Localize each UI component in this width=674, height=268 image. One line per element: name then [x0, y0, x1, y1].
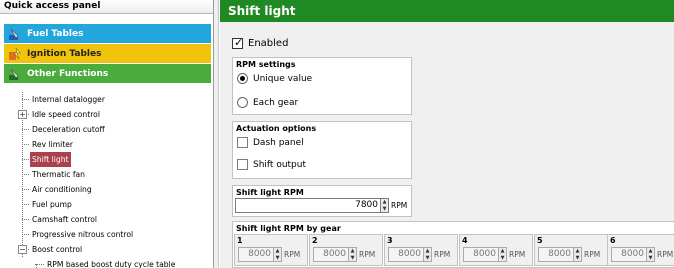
gear-rpm-input[interactable]: 8000: [538, 247, 574, 262]
gear-rpm-input[interactable]: 8000: [611, 247, 647, 262]
ignition-table-icon: [8, 47, 22, 61]
quick-access-header: Quick access panel: [0, 0, 213, 14]
tree-item-internal-datalogger[interactable]: Internal datalogger: [0, 92, 212, 107]
shift-light-rpm-title: Shift light RPM: [236, 188, 304, 197]
quick-access-panel: Quick access panel Fuel Tables Ignition …: [0, 0, 214, 268]
spin-down-icon[interactable]: ▼: [574, 255, 581, 262]
rpm-unit: RPM: [657, 250, 674, 259]
category-ignition-tables[interactable]: Ignition Tables: [4, 44, 211, 64]
dash-panel-checkbox[interactable]: Dash panel: [237, 137, 304, 148]
collapse-icon[interactable]: −: [18, 245, 27, 254]
tree-item-deceleration-cutoff[interactable]: Deceleration cutoff: [0, 122, 212, 137]
spinner-arrows[interactable]: ▲ ▼: [349, 247, 357, 262]
tree-item-fuel-pump[interactable]: Fuel pump: [0, 197, 212, 212]
gear-number: 1: [237, 236, 243, 245]
checkbox-checked-icon[interactable]: [232, 36, 243, 49]
category-label: Other Functions: [27, 68, 109, 79]
shift-output-checkbox[interactable]: Shift output: [237, 159, 306, 170]
gear-1-box: 1 8000 ▲ ▼ RPM: [234, 234, 308, 266]
spinner-arrows[interactable]: ▲ ▼: [574, 247, 582, 262]
panel-splitter[interactable]: [214, 0, 219, 268]
category-label: Fuel Tables: [27, 28, 84, 39]
shift-light-rpm-input[interactable]: 7800: [235, 198, 381, 213]
tree-item-rev-limiter[interactable]: Rev limiter: [0, 137, 212, 152]
spinner-arrows[interactable]: ▲ ▼: [647, 247, 655, 262]
page-title: Shift light: [220, 0, 674, 22]
spin-down-icon[interactable]: ▼: [349, 255, 356, 262]
tree-item-boost-control[interactable]: − Boost control: [0, 242, 212, 257]
radio-selected-icon[interactable]: [237, 73, 248, 84]
shift-light-panel: Shift light Enabled RPM settings Unique …: [220, 0, 674, 268]
rpm-settings-title: RPM settings: [236, 60, 296, 69]
rpm-unit: RPM: [284, 250, 301, 259]
gear-number: 4: [462, 236, 468, 245]
rpm-unit: RPM: [391, 201, 408, 210]
radio-unique-value[interactable]: Unique value: [237, 73, 312, 84]
rpm-unit: RPM: [434, 250, 451, 259]
shift-light-rpm-spinner[interactable]: 7800 ▲ ▼ RPM: [235, 198, 407, 213]
radio-unselected-icon[interactable]: [237, 97, 248, 108]
other-functions-icon: [8, 67, 22, 81]
gear-number: 6: [610, 236, 616, 245]
gear-4-box: 4 8000 ▲ ▼ RPM: [459, 234, 533, 266]
gear-5-box: 5 8000 ▲ ▼ RPM: [534, 234, 608, 266]
rpm-by-gear-title: Shift light RPM by gear: [236, 224, 341, 233]
gear-4-spinner[interactable]: 8000 ▲ ▼ RPM: [463, 247, 525, 262]
tree-item-idle-speed-control[interactable]: + Idle speed control: [0, 107, 212, 122]
tree-item-progressive-nitrous-control[interactable]: Progressive nitrous control: [0, 227, 212, 242]
tree-item-air-conditioning[interactable]: Air conditioning: [0, 182, 212, 197]
radio-each-gear[interactable]: Each gear: [237, 97, 298, 108]
actuation-options-title: Actuation options: [236, 124, 317, 133]
category-fuel-tables[interactable]: Fuel Tables: [4, 24, 211, 44]
spinner-arrows[interactable]: ▲ ▼: [424, 247, 432, 262]
enabled-checkbox[interactable]: Enabled: [232, 36, 289, 49]
gear-3-box: 3 8000 ▲ ▼ RPM: [384, 234, 458, 266]
gear-3-spinner[interactable]: 8000 ▲ ▼ RPM: [388, 247, 450, 262]
spin-down-icon[interactable]: ▼: [381, 206, 388, 213]
category-other-functions[interactable]: Other Functions: [4, 64, 211, 84]
gear-6-box: 6 8000 ▲ ▼ RPM: [607, 234, 674, 266]
rpm-unit: RPM: [509, 250, 526, 259]
gear-5-spinner[interactable]: 8000 ▲ ▼ RPM: [538, 247, 600, 262]
spinner-arrows[interactable]: ▲ ▼: [499, 247, 507, 262]
tree-item-thermatic-fan[interactable]: Thermatic fan: [0, 167, 212, 182]
gear-1-spinner[interactable]: 8000 ▲ ▼ RPM: [238, 247, 300, 262]
rpm-unit: RPM: [584, 250, 601, 259]
checkbox-unchecked-icon[interactable]: [237, 159, 248, 170]
rpm-settings-group: RPM settings Unique value Each gear: [232, 57, 412, 115]
enabled-label: Enabled: [248, 38, 289, 49]
spin-down-icon[interactable]: ▼: [499, 255, 506, 262]
tree-item-camshaft-control[interactable]: Camshaft control: [0, 212, 212, 227]
shift-light-rpm-group: Shift light RPM 7800 ▲ ▼ RPM: [232, 185, 412, 217]
rpm-unit: RPM: [359, 250, 376, 259]
expand-icon[interactable]: +: [18, 110, 27, 119]
gear-rpm-input[interactable]: 8000: [463, 247, 499, 262]
gear-number: 5: [537, 236, 543, 245]
spin-down-icon[interactable]: ▼: [274, 255, 281, 262]
spin-down-icon[interactable]: ▼: [647, 255, 654, 262]
gear-rpm-input[interactable]: 8000: [313, 247, 349, 262]
gear-2-box: 2 8000 ▲ ▼ RPM: [309, 234, 383, 266]
checkbox-unchecked-icon[interactable]: [237, 137, 248, 148]
category-label: Ignition Tables: [27, 48, 102, 59]
fuel-table-icon: [8, 27, 22, 41]
function-tree: Internal datalogger + Idle speed control …: [0, 92, 212, 268]
spinner-arrows[interactable]: ▲ ▼: [381, 198, 389, 213]
tree-item-rpm-based-boost-duty-cycle-table[interactable]: RPM based boost duty cycle table: [0, 257, 212, 268]
gear-number: 3: [387, 236, 393, 245]
gear-number: 2: [312, 236, 318, 245]
actuation-options-group: Actuation options Dash panel Shift outpu…: [232, 121, 412, 179]
tree-item-shift-light[interactable]: Shift light: [0, 152, 212, 167]
spin-down-icon[interactable]: ▼: [424, 255, 431, 262]
gear-2-spinner[interactable]: 8000 ▲ ▼ RPM: [313, 247, 375, 262]
gear-rpm-input[interactable]: 8000: [238, 247, 274, 262]
gear-rpm-input[interactable]: 8000: [388, 247, 424, 262]
gear-6-spinner[interactable]: 8000 ▲ ▼ RPM: [611, 247, 673, 262]
spinner-arrows[interactable]: ▲ ▼: [274, 247, 282, 262]
